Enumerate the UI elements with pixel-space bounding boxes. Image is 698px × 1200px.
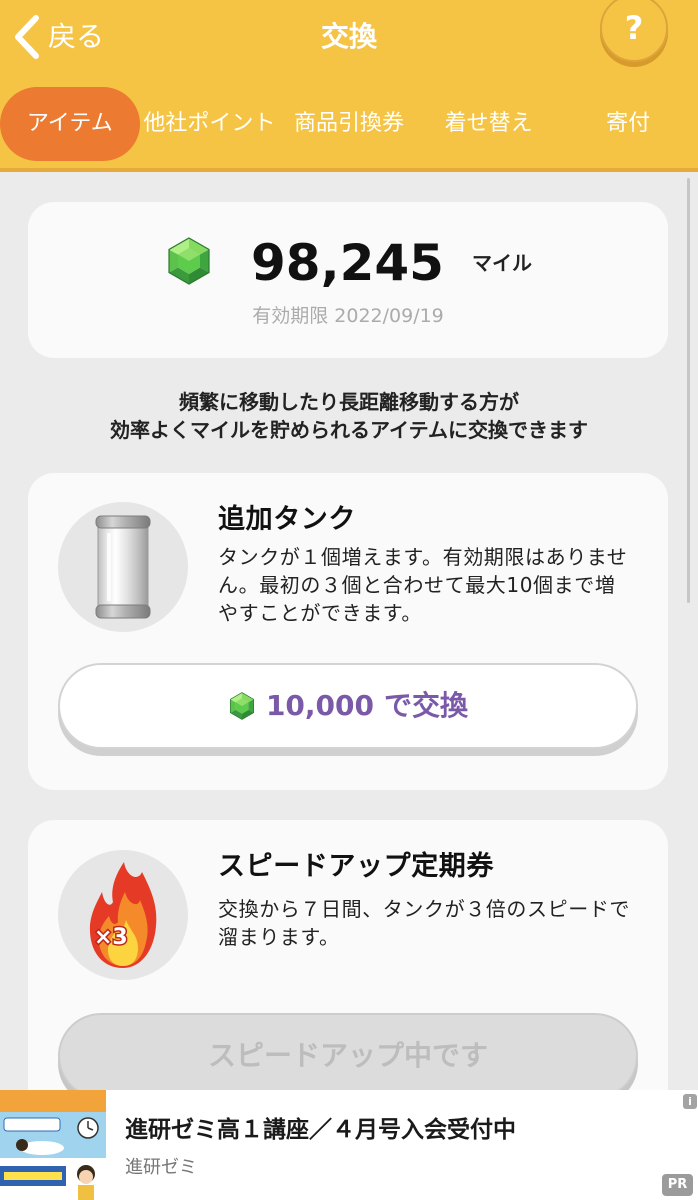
tab-label: 商品引換券 — [293, 111, 404, 136]
item-description: 交換から７日間、タンクが３倍のスピードで 溜まります。 — [218, 895, 658, 951]
exchange-price: 10,000 — [265, 689, 375, 722]
expiry-value: 2022/09/19 — [334, 305, 444, 327]
mile-balance: 98,245 — [251, 234, 444, 292]
green-gem-icon — [229, 692, 254, 720]
speedup-active-button: スピードアップ中です — [58, 1013, 638, 1099]
item-title: スピードアップ定期券 — [218, 851, 494, 882]
ad-info-icon[interactable]: i — [683, 1094, 697, 1109]
ad-title: 進研ゼミ高１講座／４月号入会受付中 — [125, 1117, 516, 1143]
mile-unit: マイル — [472, 251, 532, 275]
category-tabs: アイテム 他社ポイント 商品引換券 着せ替え 寄付 — [0, 87, 698, 161]
tab-donation[interactable]: 寄付 — [558, 87, 698, 161]
item-card-tank: 追加タンク タンクが１個増えます。有効期限はありませ ん。最初の３個と合わせて最… — [28, 473, 668, 790]
scrollbar[interactable] — [687, 178, 690, 603]
flame-icon: ×3 — [89, 862, 157, 968]
tab-label: 寄付 — [606, 111, 651, 136]
item-title: 追加タンク — [218, 504, 356, 535]
expiry-label: 有効期限 — [252, 305, 329, 327]
app-header: 戻る 交換 ? アイテム 他社ポイント 商品引換券 着せ替え 寄付 — [0, 0, 698, 172]
tab-label: アイテム — [26, 111, 113, 136]
ad-thumbnail-image — [0, 1090, 106, 1200]
page-title: 交換 — [320, 20, 377, 53]
item-description-line: ん。最初の３個と合わせて最大10個まで増 — [218, 573, 616, 597]
exchange-button[interactable]: 10,000 で交換 — [58, 663, 638, 749]
ad-advertiser: 進研ゼミ — [125, 1157, 197, 1178]
item-icon-circle — [58, 502, 188, 632]
green-gem-icon — [168, 237, 210, 285]
intro-line: 頻繁に移動したり長距離移動する方が — [179, 390, 519, 414]
item-icon-circle: ×3 — [58, 850, 188, 980]
item-description-line: タンクが１個増えます。有効期限はありませ — [218, 545, 628, 569]
item-description-line: やすことができます。 — [218, 601, 422, 625]
tab-label: 着せ替え — [444, 111, 533, 136]
ad-pr-badge: PR — [662, 1174, 693, 1196]
speedup-active-label: スピードアップ中です — [207, 1039, 488, 1072]
tab-items[interactable]: アイテム — [0, 87, 140, 161]
tab-skins[interactable]: 着せ替え — [419, 87, 559, 161]
balance-card: 98,245 マイル 有効期限 2022/09/19 — [28, 202, 668, 358]
tab-label: 他社ポイント — [143, 111, 276, 136]
ad-banner[interactable]: 進研ゼミ高１講座／４月号入会受付中 進研ゼミ i PR — [0, 1090, 698, 1200]
item-description-line: 交換から７日間、タンクが３倍のスピードで — [218, 897, 630, 921]
help-icon: ? — [624, 9, 644, 47]
tab-other-points[interactable]: 他社ポイント — [140, 87, 280, 161]
intro-text: 頻繁に移動したり長距離移動する方が 効率よくマイルを貯められるアイテムに交換でき… — [0, 388, 698, 444]
intro-line: 効率よくマイルを貯められるアイテムに交換できます — [110, 418, 588, 442]
expiry-date: 有効期限 2022/09/19 — [28, 304, 668, 328]
multiplier-badge: ×3 — [94, 925, 128, 950]
tank-icon — [95, 515, 151, 619]
tab-vouchers[interactable]: 商品引換券 — [279, 87, 419, 161]
item-description-line: 溜まります。 — [218, 925, 340, 949]
exchange-label: で交換 — [384, 689, 469, 722]
item-description: タンクが１個増えます。有効期限はありませ ん。最初の３個と合わせて最大10個まで… — [218, 543, 658, 627]
